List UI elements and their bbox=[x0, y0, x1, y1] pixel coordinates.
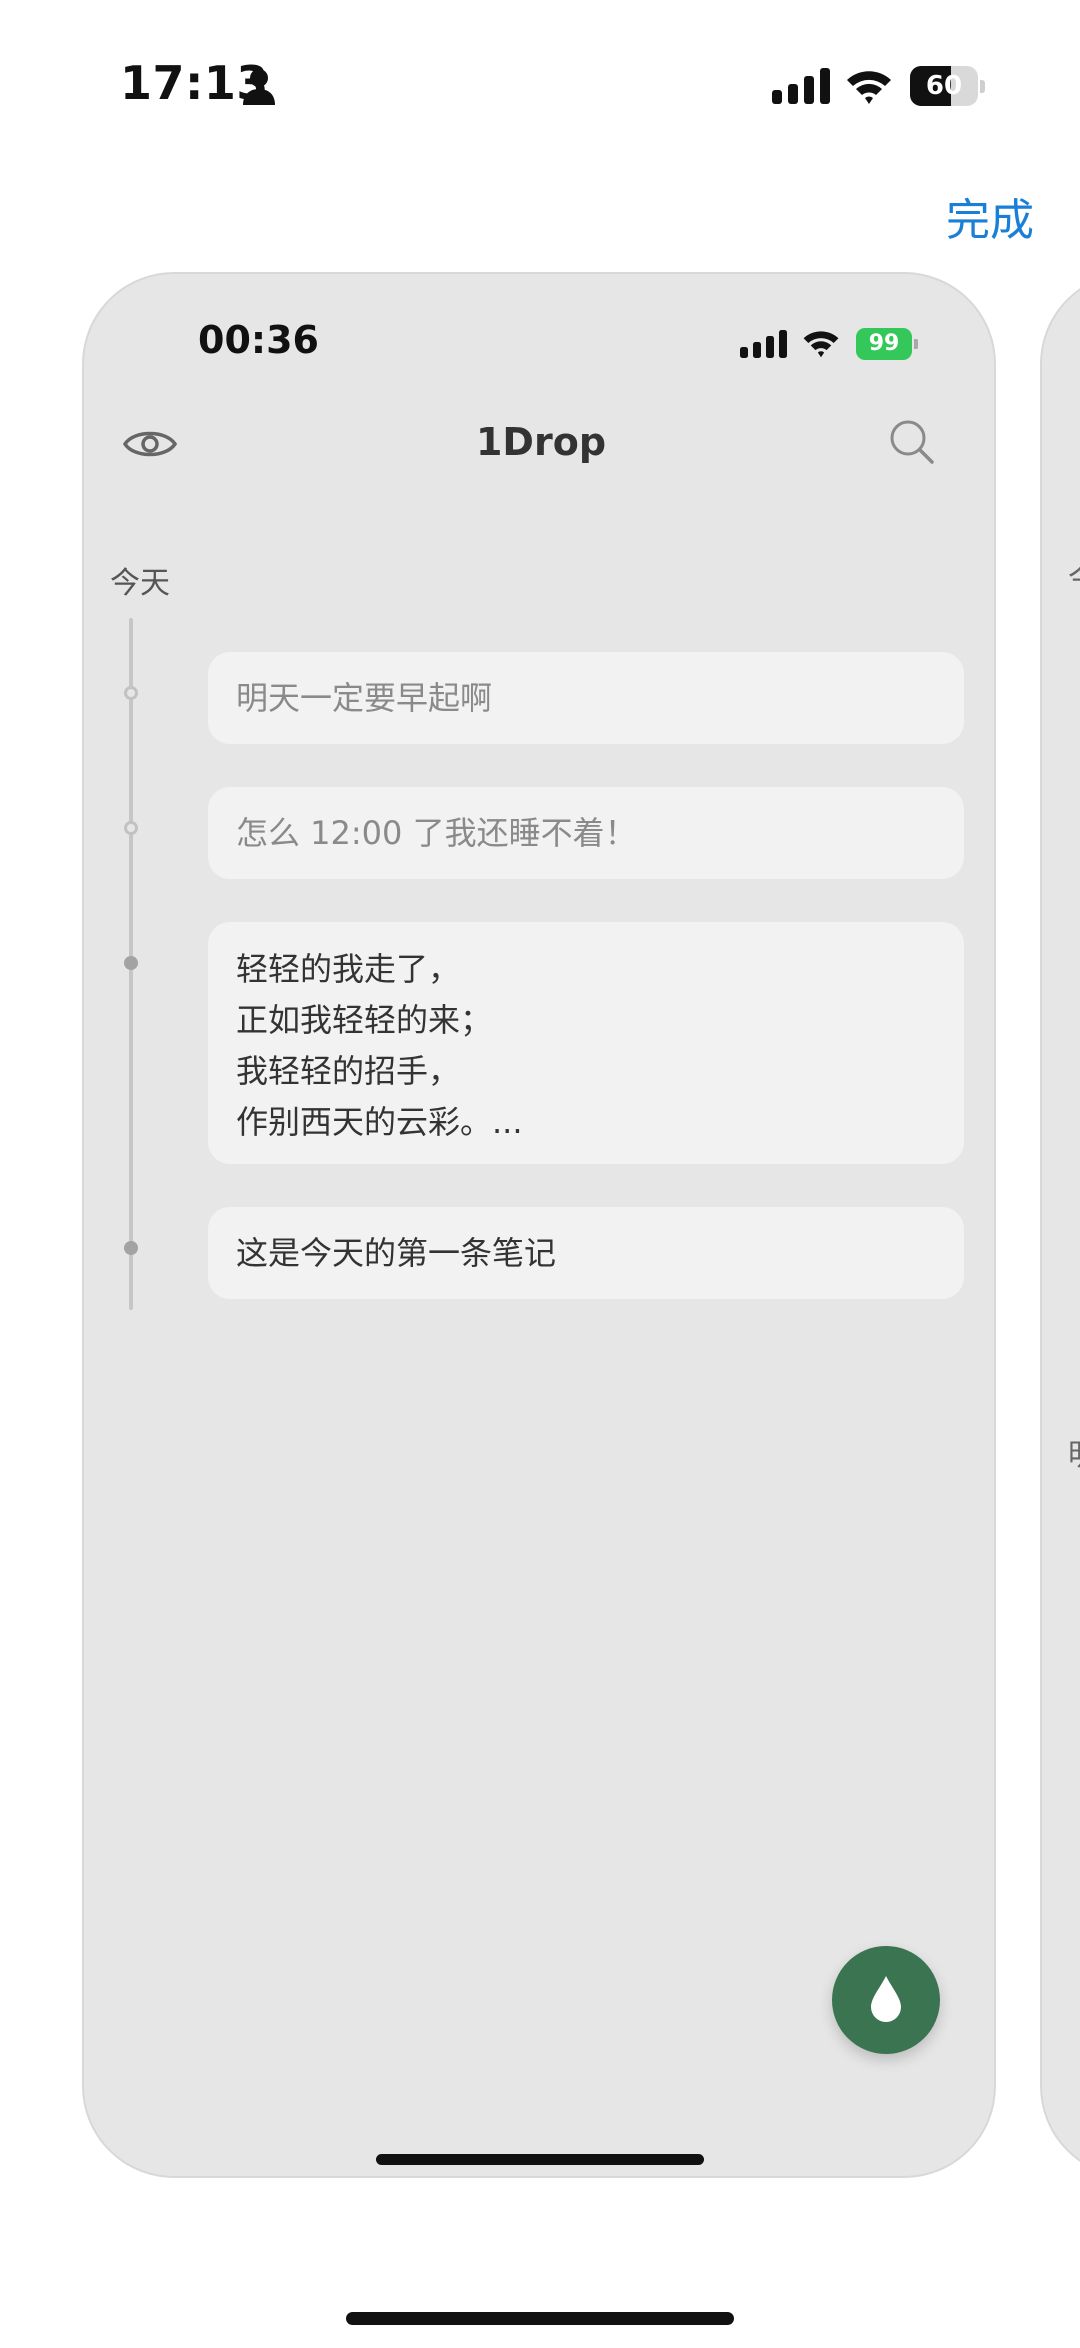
preview-wifi-icon bbox=[803, 331, 839, 358]
water-drop-icon bbox=[871, 1976, 901, 2022]
note-text-line: 正如我轻轻的来； bbox=[236, 1001, 493, 1039]
preview-home-indicator bbox=[376, 2154, 704, 2165]
note-text-line: 轻轻的我走了， bbox=[236, 950, 461, 988]
new-note-button[interactable] bbox=[832, 1946, 940, 2054]
preview-battery-icon: 99 bbox=[856, 328, 918, 360]
preview-status-time: 00:36 bbox=[198, 318, 319, 362]
timeline-dot bbox=[124, 686, 138, 700]
preview-battery-cap bbox=[914, 339, 918, 349]
battery-cap bbox=[980, 80, 985, 93]
done-button[interactable]: 完成 bbox=[946, 184, 1034, 248]
note-card[interactable]: 这是今天的第一条笔记 bbox=[208, 1207, 964, 1299]
next-preview-fragment: 今 bbox=[1068, 554, 1080, 598]
next-preview-card[interactable]: 今 明 bbox=[1040, 272, 1080, 2178]
timeline-dot bbox=[124, 821, 138, 835]
preview-battery-body: 99 bbox=[856, 328, 912, 360]
next-preview-fragment: 明 bbox=[1068, 1430, 1080, 1474]
note-card[interactable]: 轻轻的我走了， 正如我轻轻的来； 我轻轻的招手， 作别西天的云彩。... bbox=[208, 922, 964, 1164]
battery-icon: 60 bbox=[910, 66, 986, 106]
cellular-signal-icon bbox=[772, 68, 830, 104]
battery-body: 60 bbox=[910, 66, 978, 106]
screen: 17:13 60 完成 00:36 99 1Drop 今天 明天一定要早起啊 怎… bbox=[0, 0, 1080, 2348]
timeline-dot bbox=[124, 956, 138, 970]
preview-cellular-signal-icon bbox=[740, 330, 787, 358]
timeline-dot bbox=[124, 1241, 138, 1255]
home-indicator[interactable] bbox=[346, 2312, 734, 2325]
preview-battery-level: 99 bbox=[868, 331, 900, 356]
app-title: 1Drop bbox=[475, 420, 607, 464]
person-icon bbox=[243, 69, 275, 105]
app-preview-card[interactable]: 00:36 99 1Drop 今天 明天一定要早起啊 怎么 12:00 了我还睡… bbox=[82, 272, 996, 2178]
note-text: 明天一定要早起啊 bbox=[236, 679, 493, 717]
search-icon[interactable] bbox=[884, 414, 940, 470]
battery-level: 60 bbox=[925, 71, 963, 101]
wifi-icon bbox=[847, 71, 891, 104]
note-card[interactable]: 怎么 12:00 了我还睡不着！ bbox=[208, 787, 964, 879]
note-text: 怎么 12:00 了我还睡不着！ bbox=[236, 814, 637, 852]
note-text-line: 作别西天的云彩。... bbox=[236, 1103, 523, 1141]
section-label-today: 今天 bbox=[110, 566, 170, 601]
note-text: 这是今天的第一条笔记 bbox=[236, 1234, 557, 1272]
note-card[interactable]: 明天一定要早起啊 bbox=[208, 652, 964, 744]
note-text-line: 我轻轻的招手， bbox=[236, 1052, 461, 1090]
